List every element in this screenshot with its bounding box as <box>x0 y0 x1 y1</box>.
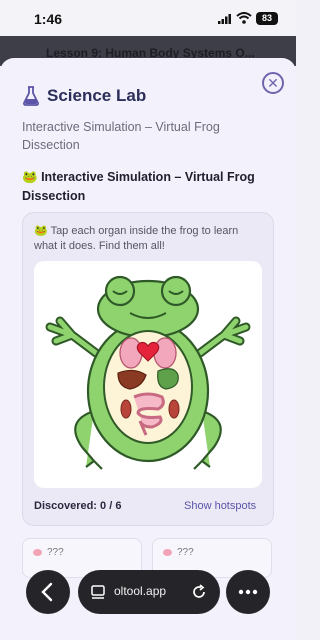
lung-left-hotspot[interactable] <box>119 337 143 369</box>
organ-card-label: ??? <box>177 547 194 558</box>
stomach-hotspot[interactable] <box>157 368 179 390</box>
section-title-text: Interactive Simulation – Virtual Frog Di… <box>22 170 255 203</box>
page-icon <box>91 585 105 599</box>
more-button[interactable] <box>226 570 270 614</box>
kidney-right-hotspot[interactable] <box>168 399 180 419</box>
clock: 1:46 <box>34 11 63 27</box>
frog-emoji-icon: 🐸 <box>22 170 38 184</box>
lung-right-hotspot[interactable] <box>153 337 177 369</box>
signal-icon <box>218 14 231 24</box>
show-hotspots-link[interactable]: Show hotspots <box>184 500 256 512</box>
more-icon <box>238 589 258 595</box>
frog-canvas[interactable] <box>34 261 262 488</box>
browser-toolbar: oltool.app <box>26 570 272 616</box>
heart-icon <box>163 549 172 556</box>
organ-card-label: ??? <box>47 547 64 558</box>
chevron-left-icon <box>41 582 53 602</box>
flask-icon <box>23 86 39 106</box>
battery-indicator: 83 <box>256 12 278 25</box>
address-bar[interactable]: oltool.app <box>78 570 220 614</box>
kidney-left-hotspot[interactable] <box>120 399 132 419</box>
page-subtitle: Interactive Simulation – Virtual Frog Di… <box>22 120 220 152</box>
reload-icon[interactable] <box>190 583 208 601</box>
section-title: 🐸 Interactive Simulation – Virtual Frog … <box>22 168 274 206</box>
wifi-icon <box>236 12 252 24</box>
instruction-label: Tap each organ inside the frog to learn … <box>34 225 239 252</box>
page-title: Science Lab <box>47 86 147 105</box>
instruction-text: 🐸 Tap each organ inside the frog to lear… <box>34 224 264 254</box>
frog-illustration <box>45 275 251 470</box>
status-bar: 1:46 83 <box>0 0 296 36</box>
close-button[interactable]: ✕ <box>262 72 284 94</box>
url-text: oltool.app <box>114 584 167 598</box>
discovered-counter: Discovered: 0 / 6 <box>34 500 122 512</box>
frog-emoji-icon: 🐸 <box>34 225 48 237</box>
lung-icon <box>33 549 42 556</box>
back-button[interactable] <box>26 570 70 614</box>
